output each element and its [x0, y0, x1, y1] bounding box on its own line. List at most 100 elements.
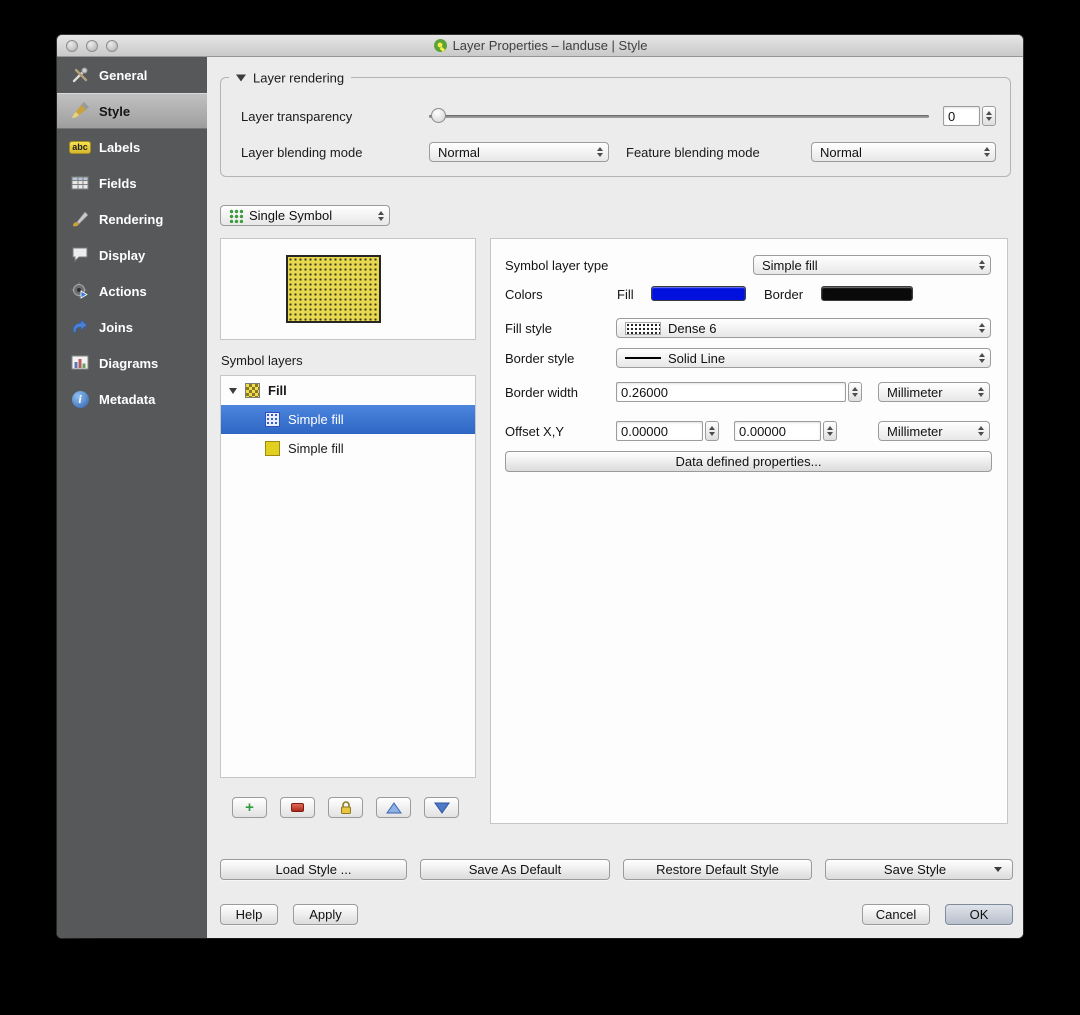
- slider-handle[interactable]: [431, 108, 446, 123]
- step-up-icon: [986, 111, 992, 115]
- dropdown-arrows-icon: [378, 210, 384, 221]
- border-style-dropdown[interactable]: Solid Line: [616, 348, 991, 368]
- fill-color-label: Fill: [617, 287, 634, 302]
- sidebar-item-rendering[interactable]: Rendering: [57, 201, 207, 237]
- border-style-label: Border style: [505, 351, 575, 366]
- join-arrow-icon: [69, 317, 91, 337]
- sidebar-item-label: Rendering: [99, 211, 164, 227]
- border-width-stepper[interactable]: [848, 382, 862, 402]
- fill-color-well[interactable]: [651, 286, 746, 301]
- symbol-preview-swatch: [286, 255, 381, 323]
- collapse-triangle-icon[interactable]: [236, 74, 246, 82]
- tree-item-simple-fill-1[interactable]: Simple fill: [221, 405, 475, 434]
- offset-unit-dropdown[interactable]: Millimeter: [878, 421, 990, 441]
- sidebar-item-fields[interactable]: Fields: [57, 165, 207, 201]
- layer-blending-label: Layer blending mode: [241, 144, 363, 160]
- dropdown-caret-icon: [994, 867, 1002, 872]
- window-title: Layer Properties – landuse | Style: [452, 38, 648, 53]
- dropdown-value: Single Symbol: [249, 208, 333, 223]
- simple-fill-swatch-icon: [265, 412, 280, 427]
- offset-y-input[interactable]: [734, 421, 821, 441]
- border-width-label: Border width: [505, 385, 578, 400]
- symbol-layer-type-label: Symbol layer type: [505, 258, 609, 273]
- sidebar-item-label: Metadata: [99, 391, 156, 407]
- save-style-button[interactable]: Save Style: [825, 859, 1013, 880]
- offset-x-input[interactable]: [616, 421, 703, 441]
- sidebar-item-label: General: [99, 67, 148, 83]
- symbol-preview-box: [220, 238, 476, 340]
- colors-label: Colors: [505, 287, 543, 302]
- move-layer-down-button[interactable]: [424, 797, 459, 818]
- ok-button[interactable]: OK: [945, 904, 1013, 925]
- tree-item-fill[interactable]: Fill: [221, 376, 475, 405]
- offset-x-stepper[interactable]: [705, 421, 719, 441]
- data-defined-properties-button[interactable]: Data defined properties...: [505, 451, 992, 472]
- layer-transparency-label: Layer transparency: [241, 108, 353, 124]
- move-layer-up-button[interactable]: [376, 797, 411, 818]
- sidebar-item-diagrams[interactable]: Diagrams: [57, 345, 207, 381]
- fill-style-dropdown[interactable]: Dense 6: [616, 318, 991, 338]
- transparency-slider[interactable]: [429, 108, 929, 124]
- sidebar-item-joins[interactable]: Joins: [57, 309, 207, 345]
- layer-rendering-legend[interactable]: Layer rendering: [229, 70, 352, 86]
- table-grid-icon: [69, 173, 91, 193]
- offset-y-stepper[interactable]: [823, 421, 837, 441]
- up-arrow-icon: [385, 801, 402, 813]
- sidebar-item-label: Fields: [99, 175, 137, 191]
- apply-button[interactable]: Apply: [293, 904, 358, 925]
- sidebar-item-style[interactable]: Style: [57, 93, 207, 129]
- sidebar-item-labels[interactable]: abc Labels: [57, 129, 207, 165]
- renderer-symbol-icon: [229, 208, 243, 223]
- group-title: Layer rendering: [253, 70, 345, 86]
- dropdown-arrows-icon: [978, 426, 984, 436]
- help-button[interactable]: Help: [220, 904, 278, 925]
- fill-style-label: Fill style: [505, 321, 552, 336]
- layer-rendering-group: Layer rendering Layer transparency 0 Lay…: [220, 70, 1011, 177]
- restore-default-style-button[interactable]: Restore Default Style: [623, 859, 812, 880]
- lock-symbol-layer-button[interactable]: [328, 797, 363, 818]
- close-button[interactable]: [66, 40, 78, 52]
- symbol-layer-type-dropdown[interactable]: Simple fill: [753, 255, 991, 275]
- window-title-area: Layer Properties – landuse | Style: [57, 38, 1023, 53]
- dropdown-arrows-icon: [597, 147, 603, 157]
- zoom-button[interactable]: [106, 40, 118, 52]
- tree-item-simple-fill-2[interactable]: Simple fill: [221, 434, 475, 463]
- renderer-dropdown[interactable]: Single Symbol: [220, 205, 390, 226]
- dropdown-arrows-icon: [979, 260, 985, 270]
- fill-symbol-swatch-icon: [245, 383, 260, 398]
- border-width-unit-dropdown[interactable]: Millimeter: [878, 382, 990, 402]
- tree-item-label: Simple fill: [288, 441, 344, 456]
- dropdown-value: Dense 6: [668, 320, 717, 336]
- dropdown-value: Normal: [820, 144, 862, 160]
- border-color-well[interactable]: [821, 286, 913, 301]
- sidebar-item-label: Diagrams: [99, 355, 159, 371]
- layer-blending-dropdown[interactable]: Normal: [429, 142, 609, 162]
- load-style-button[interactable]: Load Style ...: [220, 859, 407, 880]
- symbol-layer-toolbar: +: [220, 797, 476, 818]
- border-width-input[interactable]: [616, 382, 846, 402]
- feature-blending-dropdown[interactable]: Normal: [811, 142, 996, 162]
- transparency-stepper[interactable]: [982, 106, 996, 126]
- minimize-button[interactable]: [86, 40, 98, 52]
- dropdown-value: Simple fill: [762, 257, 818, 273]
- slider-track[interactable]: [429, 115, 929, 118]
- sidebar-item-general[interactable]: General: [57, 57, 207, 93]
- simple-fill-swatch-icon: [265, 441, 280, 456]
- sidebar-item-metadata[interactable]: i Metadata: [57, 381, 207, 417]
- cancel-button[interactable]: Cancel: [862, 904, 930, 925]
- sidebar-item-label: Display: [99, 247, 146, 263]
- expand-triangle-icon[interactable]: [229, 387, 237, 394]
- dropdown-value: Solid Line: [668, 350, 726, 366]
- offset-label: Offset X,Y: [505, 424, 565, 439]
- solid-line-preview-icon: [625, 357, 661, 359]
- transparency-value-input[interactable]: [943, 106, 980, 126]
- titlebar[interactable]: Layer Properties – landuse | Style: [57, 35, 1023, 57]
- feature-blending-label: Feature blending mode: [626, 144, 760, 160]
- save-as-default-button[interactable]: Save As Default: [420, 859, 610, 880]
- brush-icon: [69, 209, 91, 229]
- sidebar-item-display[interactable]: Display: [57, 237, 207, 273]
- add-symbol-layer-button[interactable]: +: [232, 797, 267, 818]
- sidebar-item-label: Labels: [99, 139, 141, 155]
- remove-symbol-layer-button[interactable]: [280, 797, 315, 818]
- sidebar-item-actions[interactable]: Actions: [57, 273, 207, 309]
